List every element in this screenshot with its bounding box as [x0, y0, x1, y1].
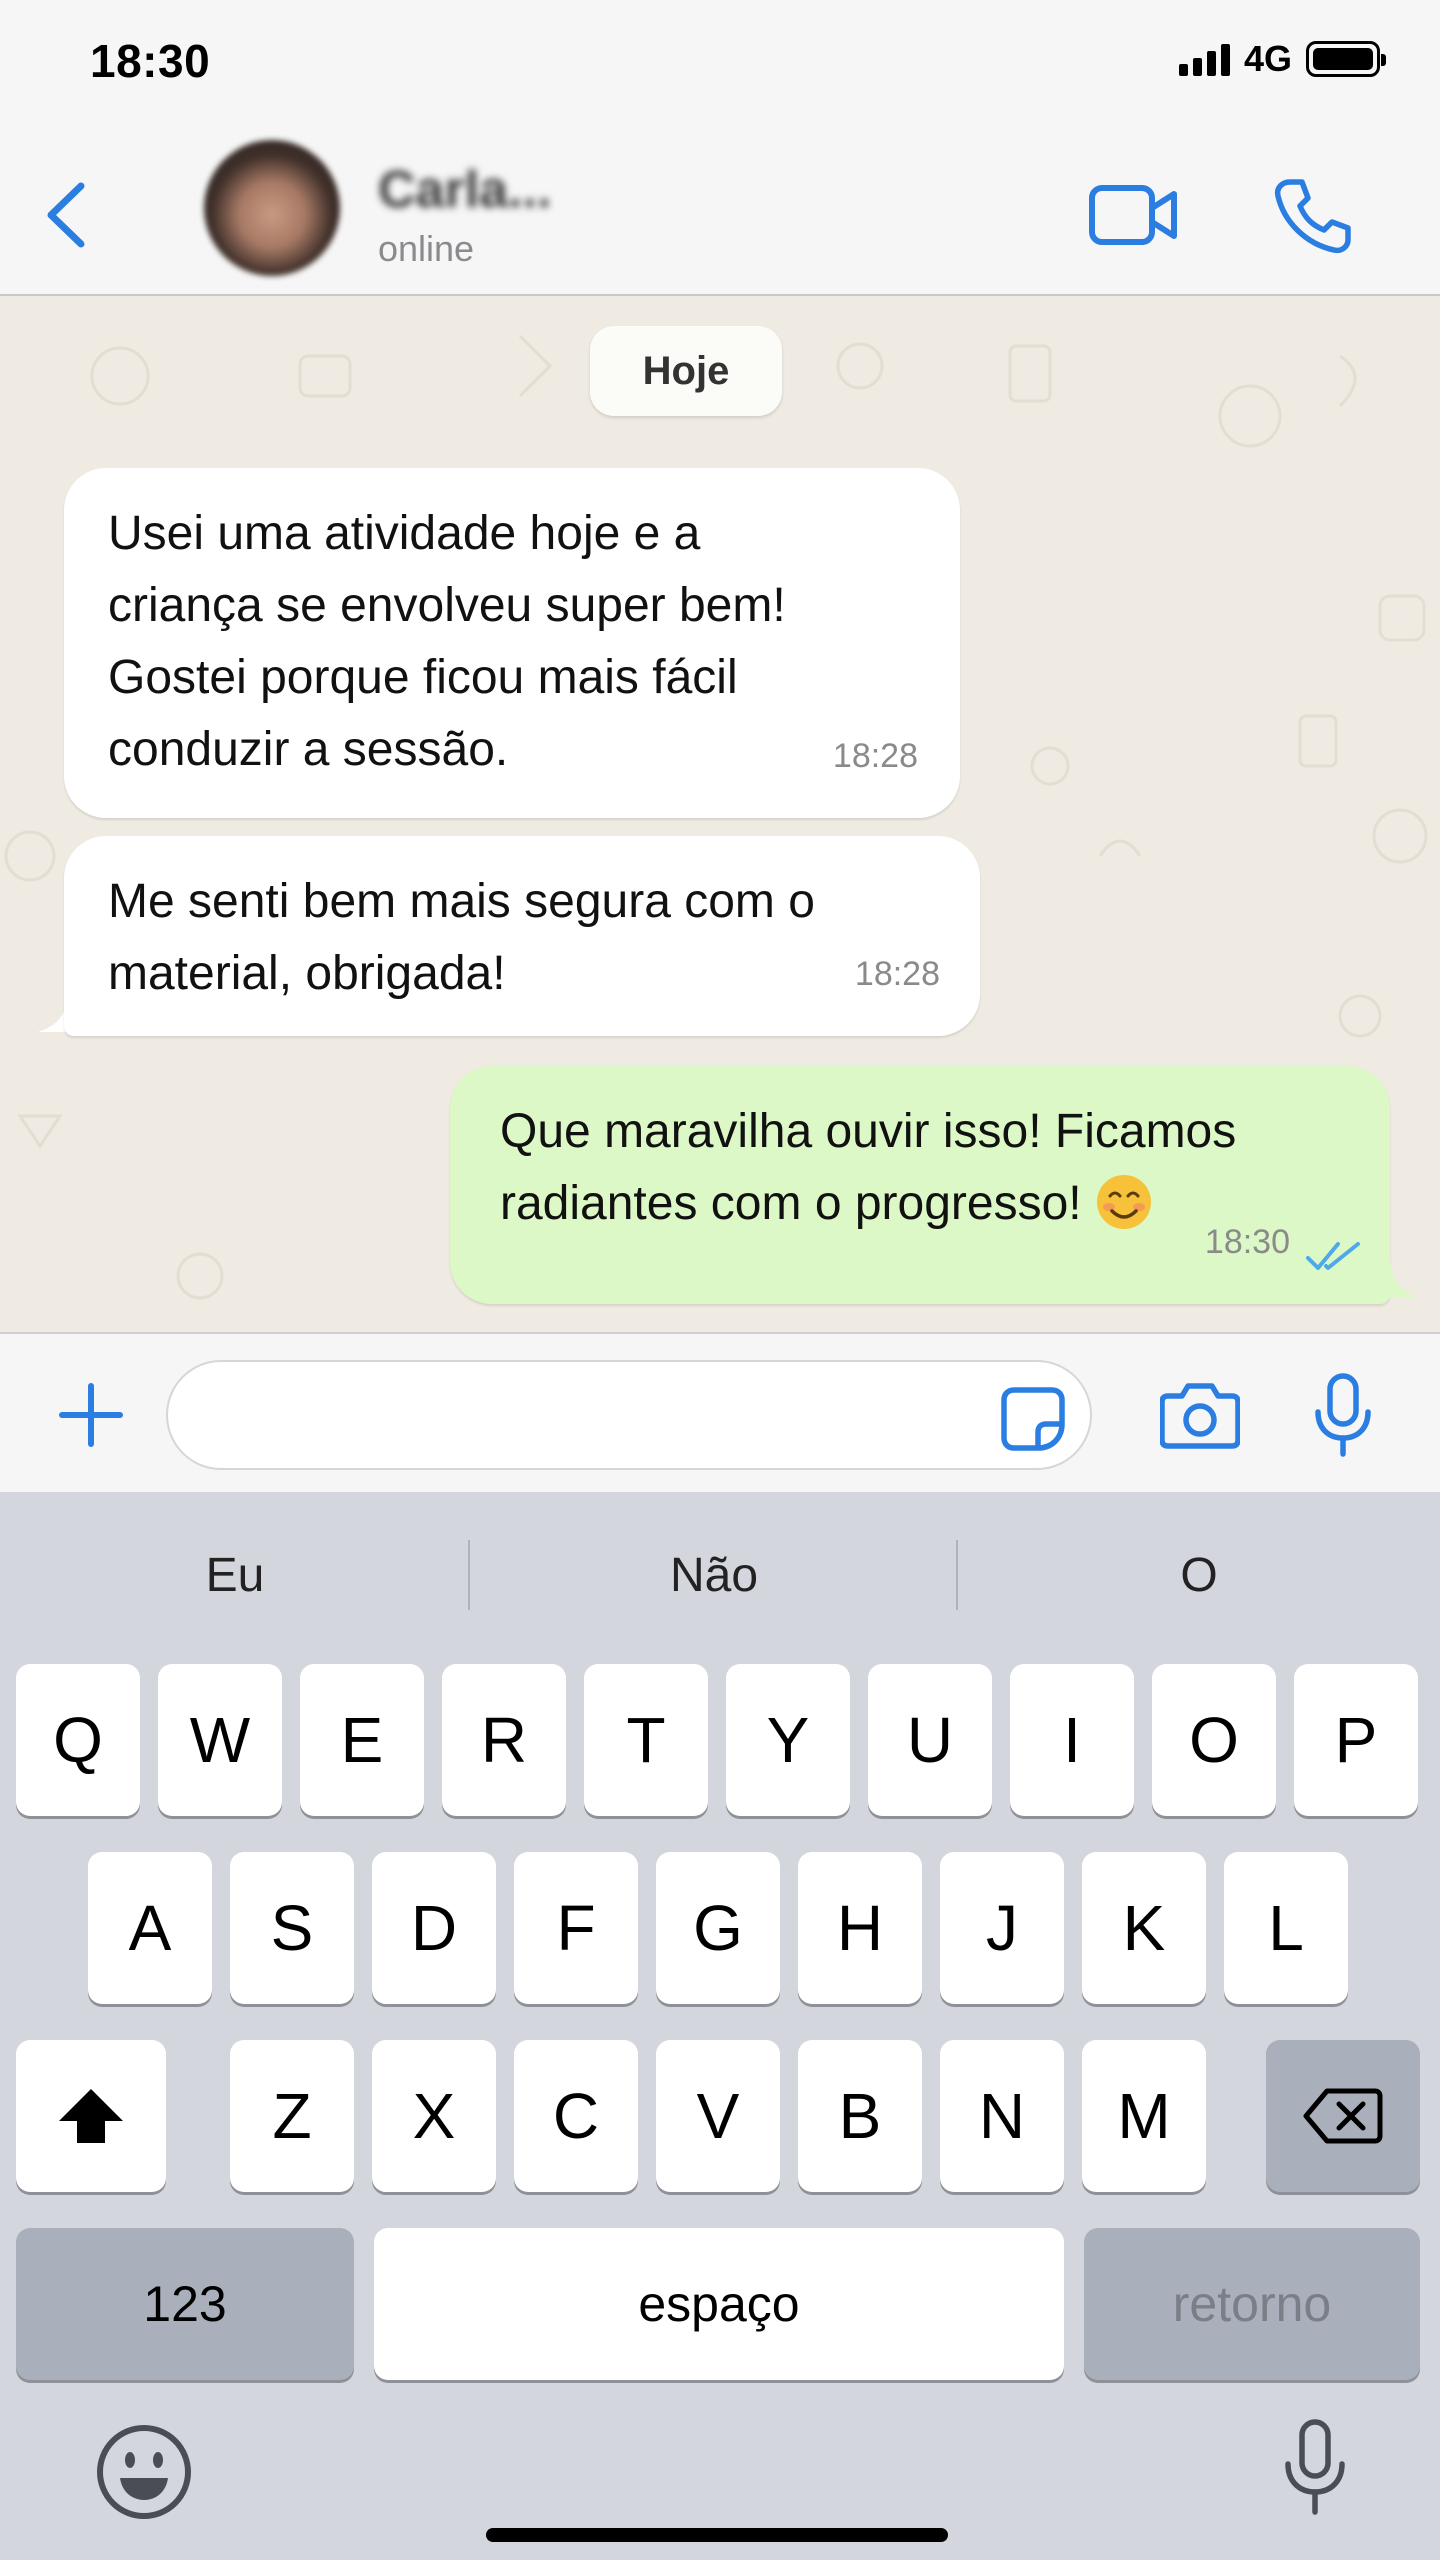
- chevron-left-icon: [47, 182, 85, 248]
- key-s[interactable]: S: [230, 1852, 354, 2004]
- message-bubble-incoming[interactable]: Usei uma atividade hoje e a criança se e…: [64, 468, 960, 818]
- key-m[interactable]: M: [1082, 2040, 1206, 2192]
- key-w[interactable]: W: [158, 1664, 282, 1816]
- suggestion-bar: Eu Não O: [0, 1492, 1440, 1652]
- home-indicator[interactable]: [486, 2528, 948, 2542]
- microphone-icon: [1285, 2419, 1345, 2515]
- key-x[interactable]: X: [372, 2040, 496, 2192]
- message-bubble-incoming[interactable]: Me senti bem mais segura com o material,…: [64, 836, 980, 1036]
- key-n[interactable]: N: [940, 2040, 1064, 2192]
- status-indicators: 4G: [1178, 38, 1386, 80]
- battery-icon: [1306, 41, 1386, 77]
- delete-key[interactable]: [1266, 2040, 1420, 2192]
- key-b[interactable]: B: [798, 2040, 922, 2192]
- camera-icon: [1159, 1383, 1241, 1449]
- date-separator: Hoje: [590, 326, 782, 416]
- camera-button[interactable]: [1159, 1378, 1241, 1452]
- suggestion-1[interactable]: Eu: [0, 1540, 470, 1610]
- video-call-button[interactable]: [1088, 180, 1180, 250]
- contact-name[interactable]: Carla...: [378, 160, 551, 220]
- key-l[interactable]: L: [1224, 1852, 1348, 2004]
- chat-area[interactable]: Hoje Usei uma atividade hoje e a criança…: [0, 296, 1440, 1332]
- key-a[interactable]: A: [88, 1852, 212, 2004]
- chat-header: Carla... online: [0, 130, 1440, 296]
- key-f[interactable]: F: [514, 1852, 638, 2004]
- message-text: Me senti bem mais segura com o material,…: [108, 875, 815, 1000]
- suggestion-2[interactable]: Não: [470, 1540, 958, 1610]
- emoji-icon: [97, 2425, 191, 2519]
- plus-icon: [59, 1383, 123, 1447]
- contact-status: online: [378, 228, 475, 269]
- video-camera-icon: [1089, 185, 1177, 245]
- emoji-key[interactable]: [94, 2422, 194, 2522]
- key-r[interactable]: R: [442, 1664, 566, 1816]
- space-key[interactable]: espaço: [374, 2228, 1064, 2380]
- key-i[interactable]: I: [1010, 1664, 1134, 1816]
- return-key[interactable]: retorno: [1084, 2228, 1420, 2380]
- shift-arrow-icon: [59, 2089, 123, 2143]
- signal-icon: [1178, 42, 1230, 76]
- key-h[interactable]: H: [798, 1852, 922, 2004]
- shift-key[interactable]: [16, 2040, 166, 2192]
- dictation-key[interactable]: [1280, 2418, 1350, 2518]
- message-input[interactable]: [166, 1360, 1092, 1470]
- message-input-bar: [0, 1332, 1440, 1492]
- message-time: 18:28: [832, 737, 918, 775]
- key-d[interactable]: D: [372, 1852, 496, 2004]
- key-c[interactable]: C: [514, 2040, 638, 2192]
- status-bar: 18:30 4G: [0, 0, 1440, 130]
- key-e[interactable]: E: [300, 1664, 424, 1816]
- voice-message-button[interactable]: [1310, 1372, 1376, 1458]
- network-type: 4G: [1243, 38, 1292, 79]
- key-g[interactable]: G: [656, 1852, 780, 2004]
- phone-icon: [1274, 179, 1351, 254]
- sticker-icon: [1001, 1387, 1065, 1451]
- backspace-icon: [1303, 2088, 1383, 2144]
- keyboard: Eu Não O Q W E R T Y U I O P A S D F G H…: [0, 1492, 1440, 2560]
- suggestion-3[interactable]: O: [958, 1540, 1440, 1610]
- key-y[interactable]: Y: [726, 1664, 850, 1816]
- key-v[interactable]: V: [656, 2040, 780, 2192]
- microphone-icon: [1315, 1373, 1371, 1457]
- key-u[interactable]: U: [868, 1664, 992, 1816]
- double-check-icon: [1306, 1242, 1360, 1270]
- smiling-face-emoji: [1096, 1175, 1151, 1229]
- voice-call-button[interactable]: [1272, 176, 1352, 256]
- key-k[interactable]: K: [1082, 1852, 1206, 2004]
- key-o[interactable]: O: [1152, 1664, 1276, 1816]
- key-q[interactable]: Q: [16, 1664, 140, 1816]
- bubble-tail: [1380, 1262, 1420, 1298]
- sticker-button[interactable]: [998, 1384, 1068, 1454]
- key-t[interactable]: T: [584, 1664, 708, 1816]
- avatar[interactable]: [204, 140, 340, 276]
- message-bubble-outgoing[interactable]: Que maravilha ouvir isso! Ficamos radian…: [450, 1066, 1390, 1304]
- key-j[interactable]: J: [940, 1852, 1064, 2004]
- key-p[interactable]: P: [1294, 1664, 1418, 1816]
- numbers-key[interactable]: 123: [16, 2228, 354, 2380]
- attach-button[interactable]: [56, 1380, 126, 1450]
- back-button[interactable]: [36, 170, 96, 260]
- message-text: Usei uma atividade hoje e a criança se e…: [108, 507, 786, 776]
- message-time: 18:28: [854, 955, 940, 993]
- message-time: 18:30: [1204, 1223, 1290, 1261]
- status-time: 18:30: [90, 35, 211, 87]
- key-z[interactable]: Z: [230, 2040, 354, 2192]
